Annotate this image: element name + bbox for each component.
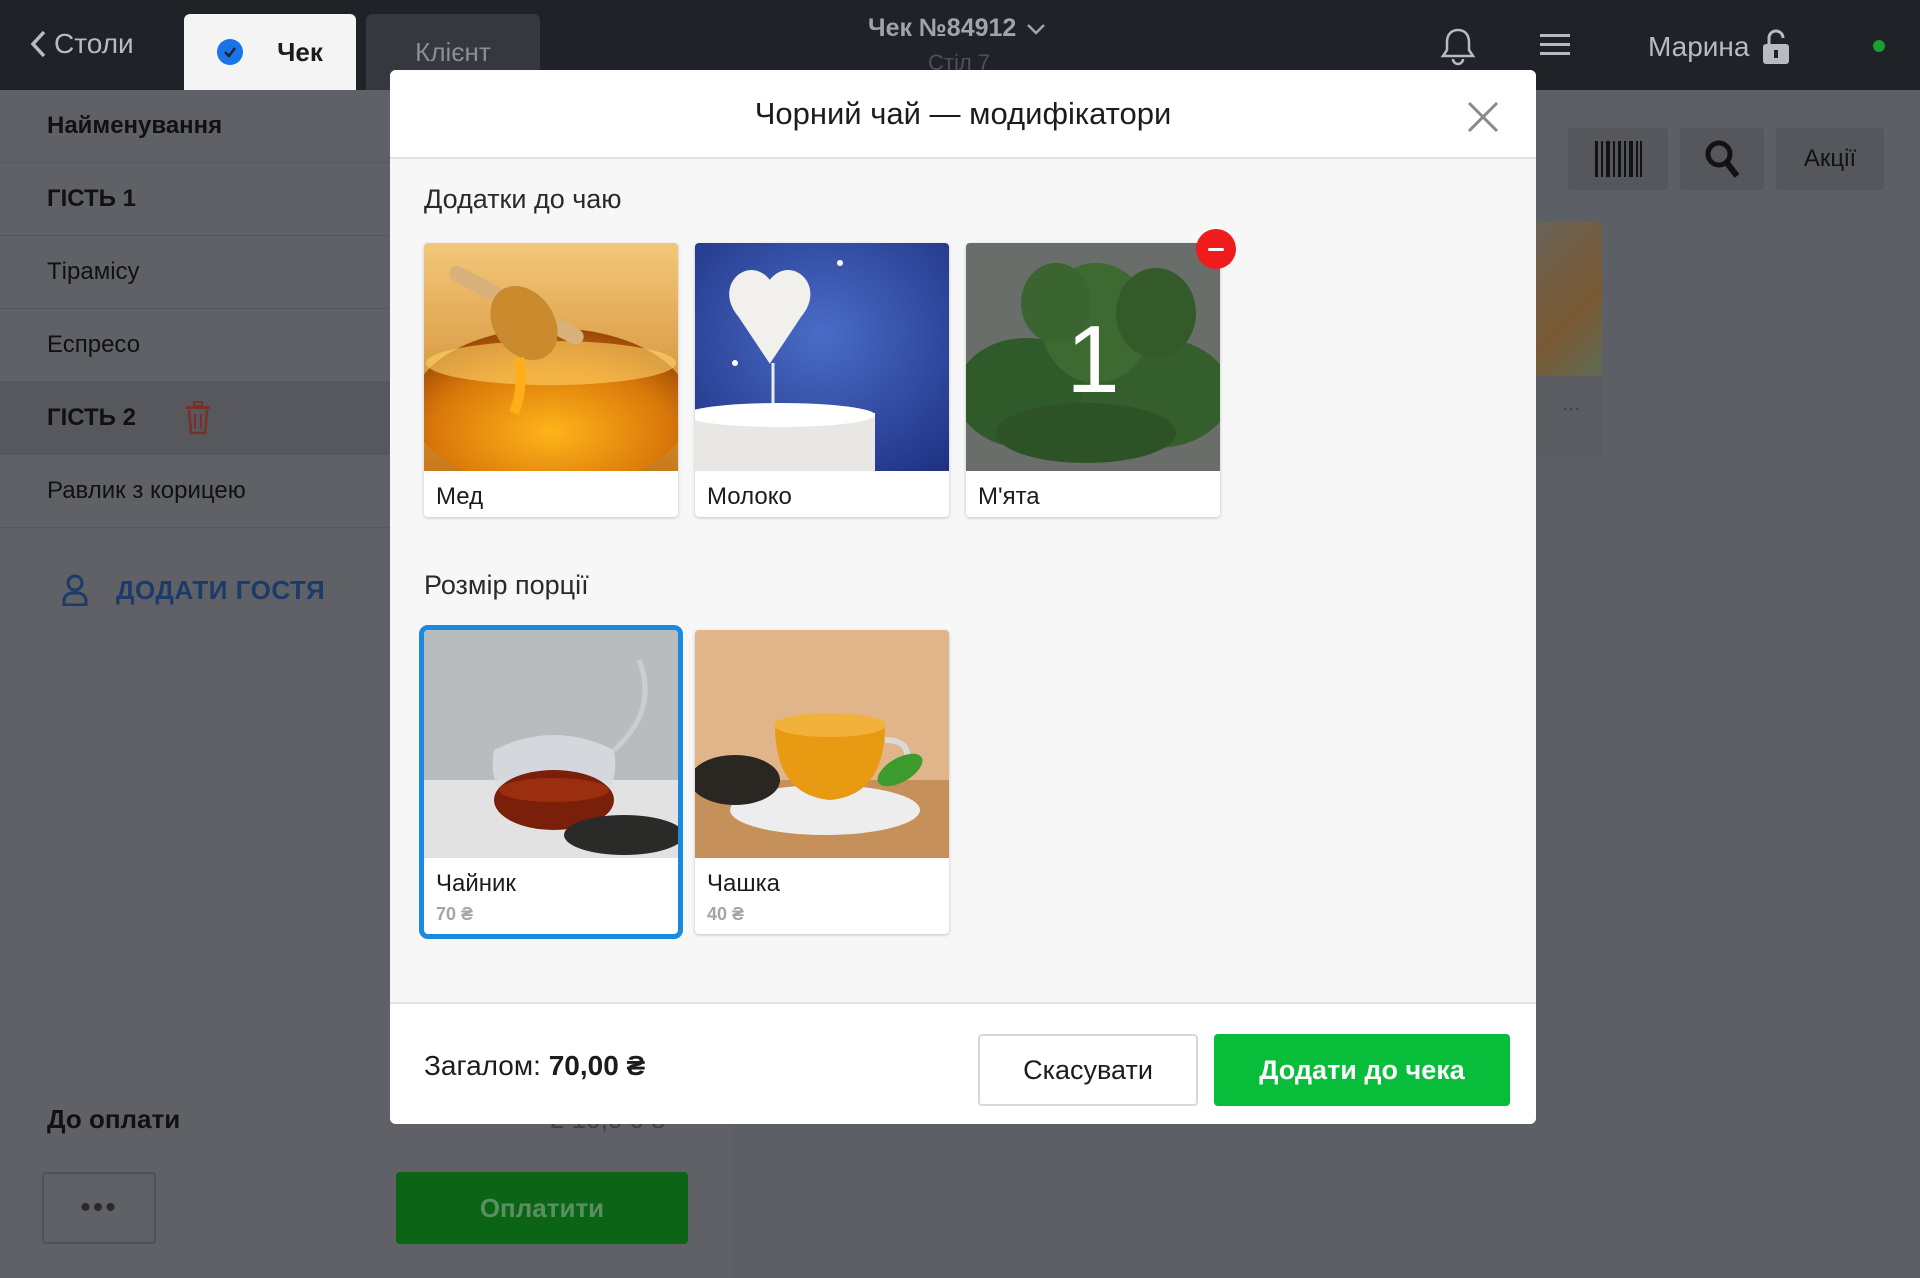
addon-quantity: 1 [1066,306,1120,413]
close-icon[interactable] [1466,100,1500,134]
modal-footer: Загалом: 70,00 ₴ Скасувати Додати до чек… [390,1002,1536,1124]
barcode-scan-button[interactable] [1568,128,1668,190]
addon-card-milk[interactable]: Молоко [695,243,949,517]
total-label: Загалом: [424,1050,541,1081]
size-price: 70 ₴ [436,904,474,924]
user-name: Марина [1648,31,1750,62]
size-name: Чашка [707,870,780,897]
honey-image [424,243,678,471]
person-icon [62,574,88,606]
size-card-cup[interactable]: Чашка 40 ₴ [695,630,949,934]
cancel-button[interactable]: Скасувати [978,1034,1198,1106]
addon-card-honey[interactable]: Мед [424,243,678,517]
more-options-button[interactable]: ••• [42,1172,156,1244]
barcode-icon [1595,141,1642,177]
back-to-tables-button[interactable]: Столи [28,28,134,60]
chevron-down-icon [1027,23,1046,35]
promotions-button[interactable]: Акції [1776,128,1884,190]
unlock-icon [1763,29,1790,64]
check-circle-icon [217,39,244,65]
chevron-left-icon [30,30,46,58]
user-lock-button[interactable]: Марина [1648,28,1791,66]
teapot-image [424,630,678,858]
addon-name: М'ята [978,483,1040,510]
order-selector[interactable]: Чек №84912 [868,14,1046,43]
total-value: 70,00 ₴ [548,1050,646,1081]
tab-client-label: Клієнт [415,36,491,67]
pay-button[interactable]: Оплатити [396,1172,688,1244]
hamburger-menu-icon[interactable] [1540,34,1570,61]
modal-title: Чорний чай — модифікатори [754,96,1172,131]
add-guest-label: ДОДАТИ ГОСТЯ [116,574,326,605]
modal-header: Чорний чай — модифікатори [390,70,1536,159]
trash-icon[interactable] [184,401,212,435]
tab-check[interactable]: Чек [184,14,356,90]
addon-name: Молоко [707,483,792,510]
search-button[interactable] [1680,128,1764,190]
product-card-partial[interactable]: ... [1536,222,1602,456]
addons-section-title: Додатки до чаю [424,184,622,214]
back-label: Столи [54,28,134,59]
guest-2-label: ГІСТЬ 2 [47,404,136,431]
size-section-title: Розмір порції [424,570,589,600]
notifications-bell-icon[interactable] [1440,26,1476,71]
online-status-dot [1873,40,1885,52]
size-name: Чайник [436,870,516,897]
total-amount: Загалом: 70,00 ₴ [424,1050,645,1082]
search-icon [1705,140,1740,178]
milk-image [695,243,949,471]
cup-image [695,630,949,858]
size-card-teapot[interactable]: Чайник 70 ₴ [419,625,683,939]
product-image [1536,222,1602,376]
modifiers-modal: Чорний чай — модифікатори Додатки до чаю… [390,70,1536,1124]
add-to-check-button[interactable]: Додати до чека [1214,1034,1510,1106]
addon-name: Мед [436,483,484,510]
addon-card-mint[interactable]: 1 М'ята [966,229,1236,517]
product-card-more: ... [1562,390,1581,415]
amount-due-label: До оплати [47,1104,181,1134]
size-price: 40 ₴ [707,904,745,924]
order-number: Чек №84912 [868,14,1017,42]
remove-minus-icon[interactable] [1196,229,1236,269]
tab-check-label: Чек [277,36,323,67]
add-guest-button[interactable]: ДОДАТИ ГОСТЯ [62,574,325,606]
